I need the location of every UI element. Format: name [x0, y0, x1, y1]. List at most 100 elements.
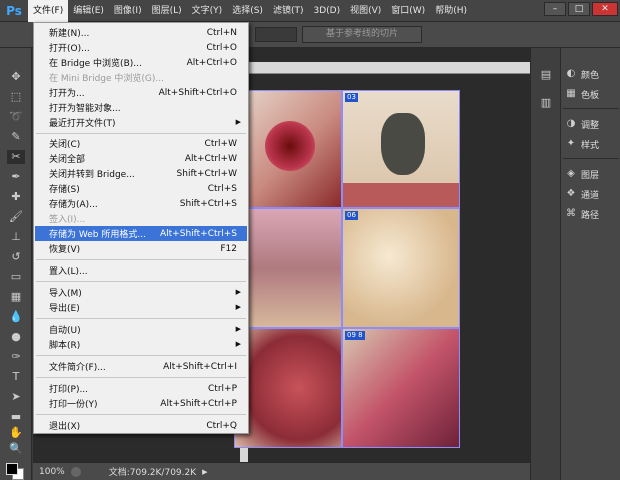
- menu-bar: Ps 文件(F) 编辑(E) 图像(I) 图层(L) 文字(Y) 选择(S) 滤…: [0, 0, 620, 22]
- submenu-arrow-icon: ▶: [235, 340, 241, 348]
- menu-item-open[interactable]: 打开(O)... Ctrl+O: [35, 40, 247, 55]
- eyedropper-tool-icon[interactable]: ✒: [7, 170, 25, 184]
- menu-filter[interactable]: 滤镜(T): [268, 0, 309, 22]
- apples-photo: [234, 328, 342, 448]
- healing-tool-icon[interactable]: ✚: [7, 190, 25, 204]
- info-panel-icon[interactable]: ▥: [537, 96, 555, 110]
- submenu-arrow-icon: ▶: [235, 118, 241, 126]
- gradient-tool-icon[interactable]: ▦: [7, 290, 25, 304]
- menu-edit[interactable]: 编辑(E): [68, 0, 109, 22]
- menu-item-file-info[interactable]: 文件简介(F)... Alt+Shift+Ctrl+I: [35, 359, 247, 374]
- photoshop-logo: Ps: [6, 3, 22, 18]
- menu-item-save-for-web[interactable]: 存储为 Web 所用格式... Alt+Shift+Ctrl+S: [35, 226, 247, 241]
- horizontal-ruler[interactable]: [248, 62, 530, 74]
- tree-avenue-photo: [234, 208, 342, 328]
- dodge-tool-icon[interactable]: ●: [7, 330, 25, 344]
- menu-item-close[interactable]: 关闭(C) Ctrl+W: [35, 136, 247, 151]
- stamp-tool-icon[interactable]: ⊥: [7, 230, 25, 244]
- blur-tool-icon[interactable]: 💧: [7, 310, 25, 324]
- lasso-tool-icon[interactable]: ➰: [7, 110, 25, 124]
- menu-item-print-one-copy[interactable]: 打印一份(Y) Alt+Shift+Ctrl+P: [35, 396, 247, 411]
- options-field[interactable]: [255, 27, 297, 42]
- history-panel-icon[interactable]: ▤: [537, 68, 555, 82]
- menu-separator: [36, 133, 246, 134]
- submenu-arrow-icon: ▶: [235, 303, 241, 311]
- foreground-color-swatch[interactable]: [6, 463, 18, 475]
- panel-styles[interactable]: ✦ 样式: [565, 136, 619, 152]
- menu-item-new[interactable]: 新建(N)... Ctrl+N: [35, 25, 247, 40]
- menu-item-print[interactable]: 打印(P)... Ctrl+P: [35, 381, 247, 396]
- menu-item-save[interactable]: 存储(S) Ctrl+S: [35, 181, 247, 196]
- menu-item-revert[interactable]: 恢复(V) F12: [35, 241, 247, 256]
- shape-tool-icon[interactable]: ▬: [7, 410, 25, 424]
- menu-separator: [36, 259, 246, 260]
- collapsed-panel-dock: ▤ ▥: [530, 48, 560, 480]
- menu-view[interactable]: 视图(V): [345, 0, 386, 22]
- branch-photo: 06: [342, 208, 460, 328]
- menu-item-place[interactable]: 置入(L)...: [35, 263, 247, 278]
- marquee-tool-icon[interactable]: ⬚: [7, 90, 25, 104]
- menu-window[interactable]: 窗口(W): [386, 0, 430, 22]
- menu-item-automate[interactable]: 自动(U) ▶: [35, 322, 247, 337]
- menu-select[interactable]: 选择(S): [227, 0, 268, 22]
- menu-item-export[interactable]: 导出(E) ▶: [35, 300, 247, 315]
- menu-item-close-go-bridge[interactable]: 关闭并转到 Bridge... Shift+Ctrl+W: [35, 166, 247, 181]
- menu-separator: [36, 414, 246, 415]
- menu-item-check-in: 签入(I)...: [49, 215, 86, 225]
- menu-item-close-all[interactable]: 关闭全部 Alt+Ctrl+W: [35, 151, 247, 166]
- menu-file[interactable]: 文件(F): [28, 0, 69, 22]
- slice-tag: 06: [345, 211, 358, 220]
- swatches-icon: ▦: [566, 88, 576, 99]
- status-menu-arrow-icon[interactable]: ▶: [202, 468, 207, 476]
- type-tool-icon[interactable]: T: [7, 370, 25, 384]
- slice-tool-icon[interactable]: ✂: [7, 150, 25, 164]
- menu-item-open-smart-object[interactable]: 打开为智能对象...: [35, 100, 247, 115]
- menu-3d[interactable]: 3D(D): [308, 0, 345, 22]
- panel-layers[interactable]: ◈ 图层: [565, 166, 619, 182]
- paths-icon: ⌘: [566, 208, 576, 219]
- panel-adjustments[interactable]: ◑ 调整: [565, 116, 619, 132]
- panel-color[interactable]: ◐ 颜色: [565, 66, 619, 82]
- menu-separator: [36, 281, 246, 282]
- menu-item-scripts[interactable]: 脚本(R) ▶: [35, 337, 247, 352]
- slice-tag: 09 8: [345, 331, 365, 340]
- panel-channels[interactable]: ❖ 通道: [565, 186, 619, 202]
- menu-item-browse-bridge[interactable]: 在 Bridge 中浏览(B)... Alt+Ctrl+O: [35, 55, 247, 70]
- history-brush-tool-icon[interactable]: ↺: [7, 250, 25, 264]
- menu-type[interactable]: 文字(Y): [187, 0, 228, 22]
- tools-panel: ✥ ⬚ ➰ ✎ ✂ ✒ ✚ 🖌 ⊥ ↺ ▭ ▦ 💧 ● ✑ T ➤ ▬ ✋ 🔍: [0, 48, 32, 480]
- channels-icon: ❖: [566, 188, 576, 199]
- move-tool-icon[interactable]: ✥: [7, 70, 25, 84]
- pen-tool-icon[interactable]: ✑: [7, 350, 25, 364]
- document-size: 文档:709.2K/709.2K: [108, 468, 197, 478]
- panel-dock: ◐ 颜色 ▦ 色板 ◑ 调整 ✦ 样式 ◈ 图层 ❖ 通道 ⌘ 路径: [560, 48, 620, 480]
- image-canvas[interactable]: 03 06 09 8: [234, 90, 460, 448]
- panel-swatches[interactable]: ▦ 色板: [565, 86, 619, 102]
- menu-layer[interactable]: 图层(L): [147, 0, 187, 22]
- maximize-button[interactable]: □: [568, 2, 590, 16]
- menu-item-recent-files[interactable]: 最近打开文件(T) ▶: [35, 115, 247, 130]
- zoom-tool-icon[interactable]: 🔍: [7, 442, 25, 456]
- menu-item-import[interactable]: 导入(M) ▶: [35, 285, 247, 300]
- status-info-icon[interactable]: [70, 466, 81, 477]
- minimize-button[interactable]: –: [544, 2, 566, 16]
- menu-item-exit[interactable]: 退出(X) Ctrl+Q: [35, 418, 247, 433]
- eraser-tool-icon[interactable]: ▭: [7, 270, 25, 284]
- path-select-tool-icon[interactable]: ➤: [7, 390, 25, 404]
- hand-tool-icon[interactable]: ✋: [7, 426, 25, 440]
- menu-item-open-as[interactable]: 打开为... Alt+Shift+Ctrl+O: [35, 85, 247, 100]
- panel-paths[interactable]: ⌘ 路径: [565, 206, 619, 222]
- window-controls: – □ ✕: [544, 2, 618, 16]
- menu-separator: [36, 355, 246, 356]
- slices-from-guides-button[interactable]: 基于参考线的切片: [302, 26, 422, 43]
- menu-help[interactable]: 帮助(H): [430, 0, 472, 22]
- zoom-level[interactable]: 100%: [39, 467, 65, 477]
- brush-tool-icon[interactable]: 🖌: [7, 210, 25, 224]
- panel-divider: [563, 158, 619, 159]
- submenu-arrow-icon: ▶: [235, 325, 241, 333]
- quick-select-tool-icon[interactable]: ✎: [7, 130, 25, 144]
- submenu-arrow-icon: ▶: [235, 288, 241, 296]
- close-button[interactable]: ✕: [592, 2, 618, 16]
- menu-item-save-as[interactable]: 存储为(A)... Shift+Ctrl+S: [35, 196, 247, 211]
- menu-image[interactable]: 图像(I): [109, 0, 147, 22]
